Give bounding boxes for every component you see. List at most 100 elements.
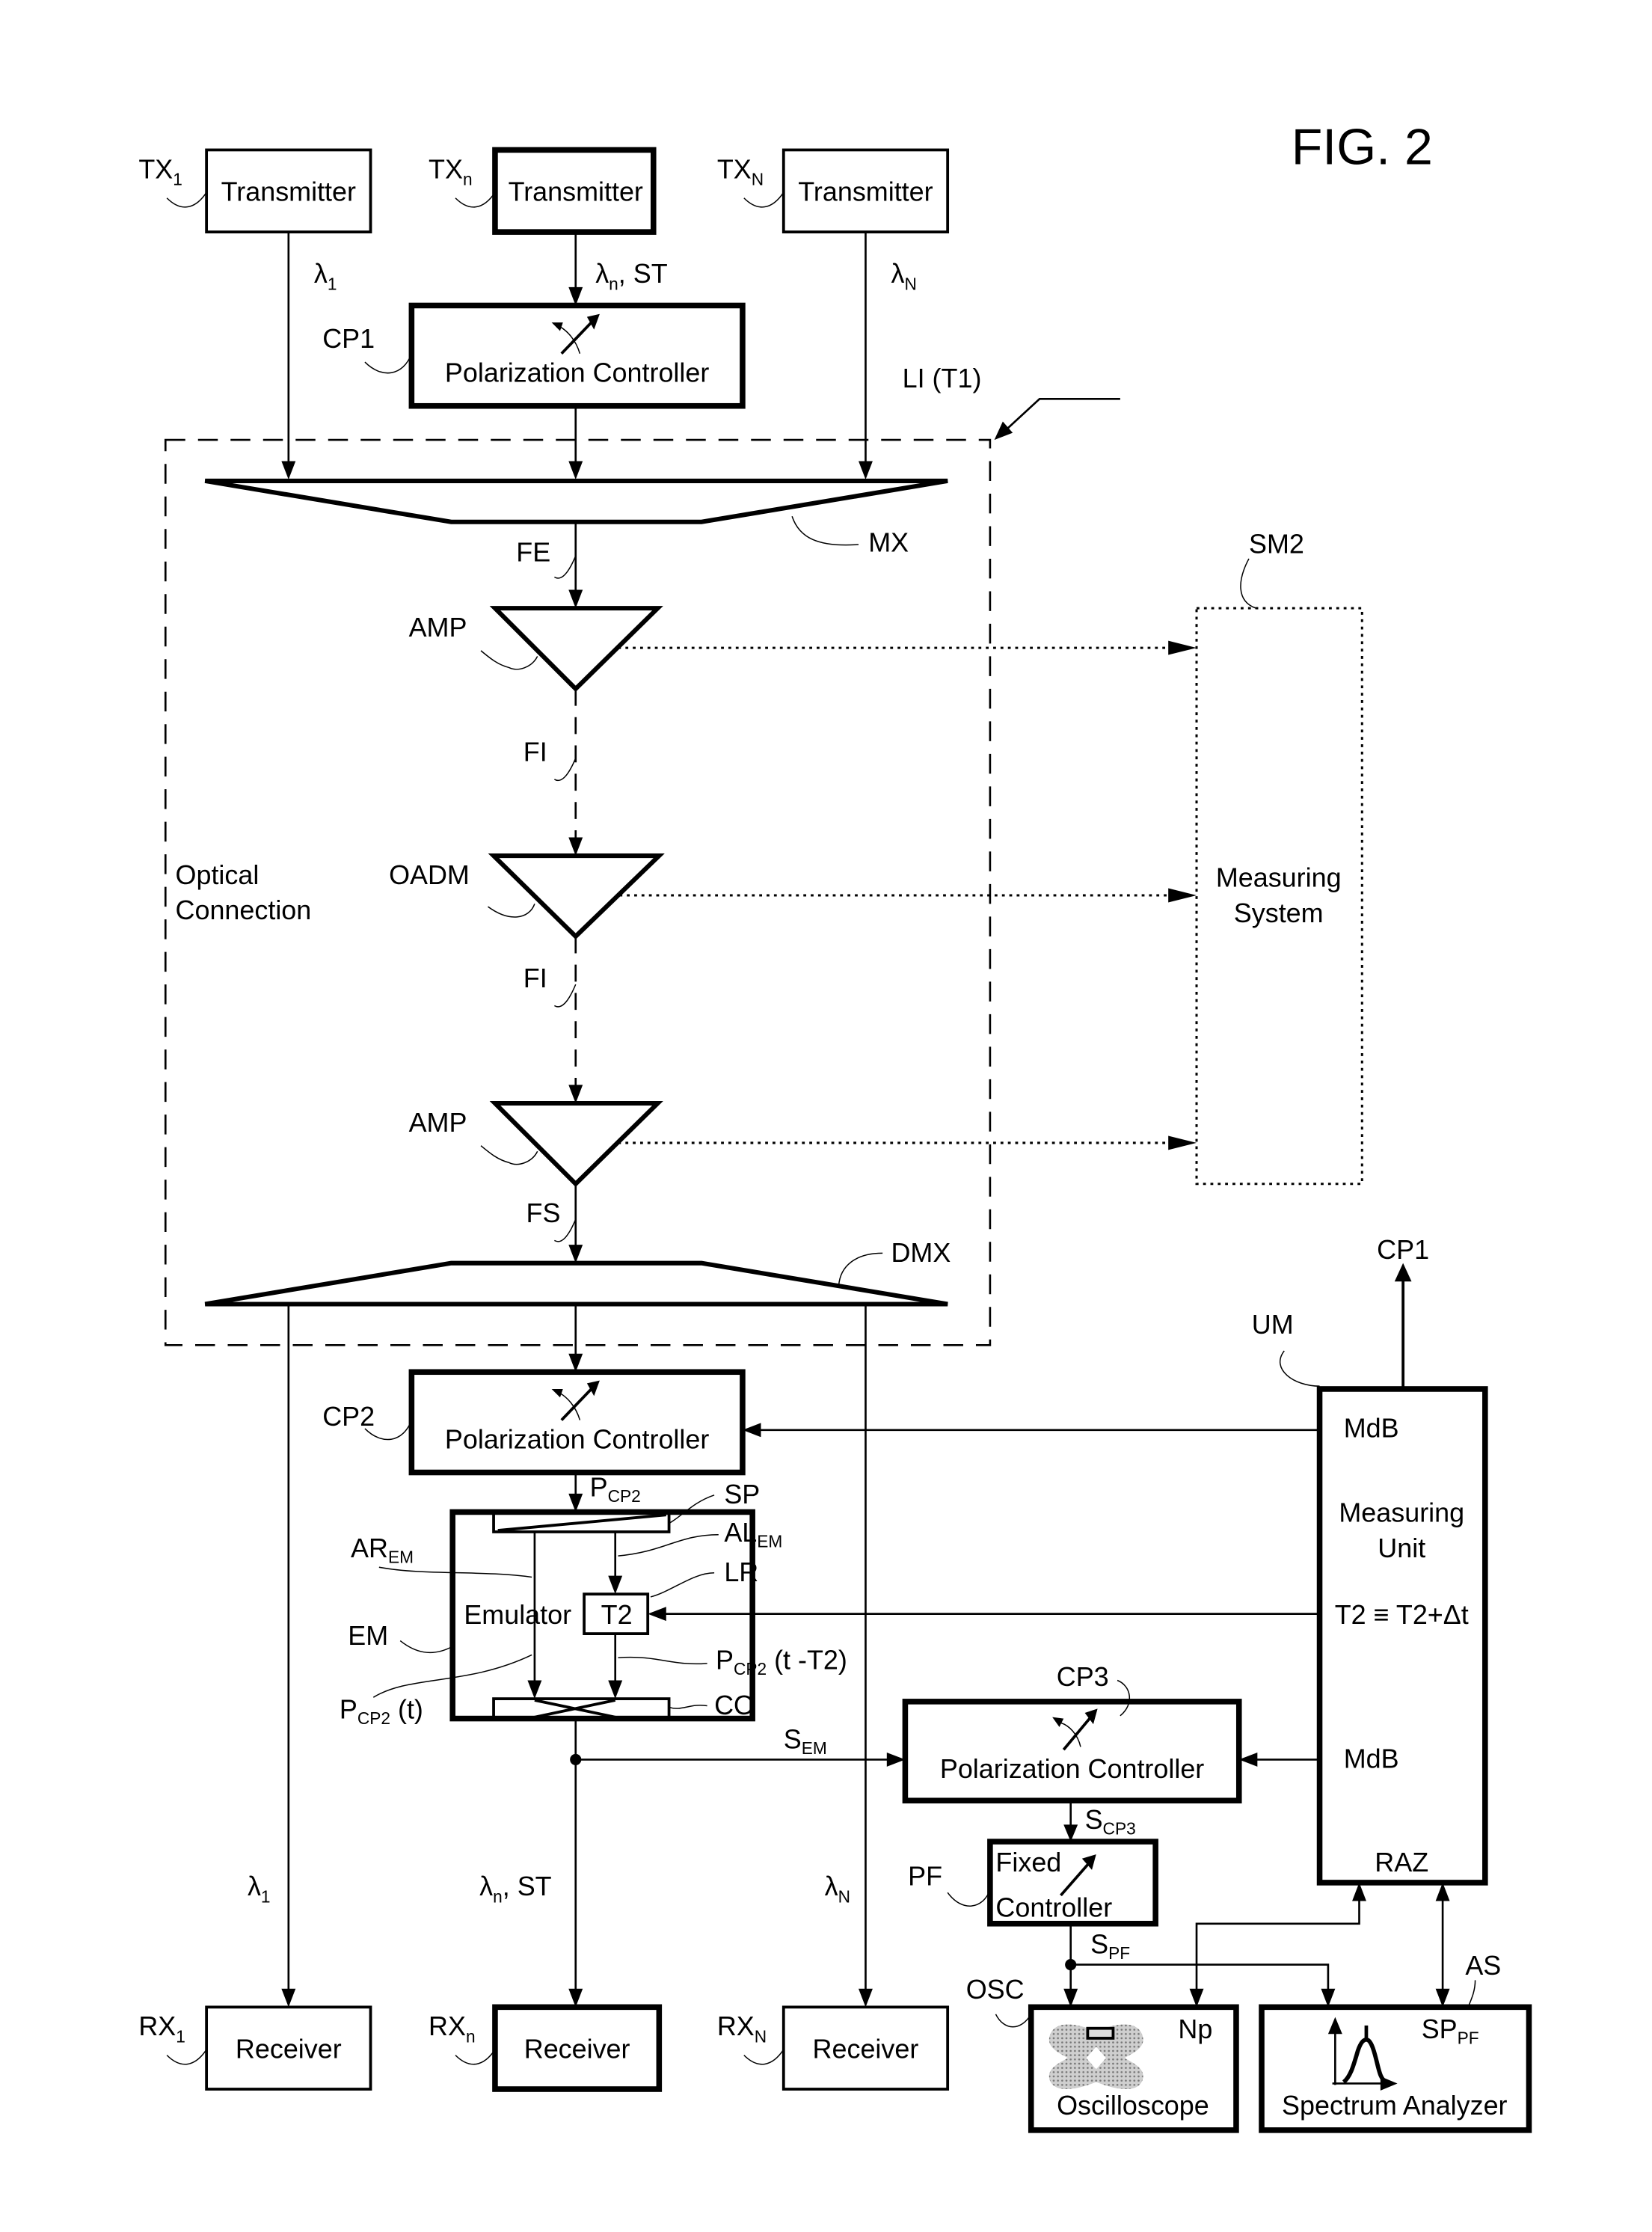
- leader-line: [488, 904, 535, 918]
- arrow-head: [1168, 640, 1197, 655]
- signal-scp3-label: SCP3: [1085, 1804, 1136, 1839]
- wavelength-label-1: λ1: [314, 258, 337, 293]
- wavelength-label-N: λN: [891, 258, 916, 293]
- spectrum-analyzer-as: SPPF Spectrum Analyzer: [1259, 2004, 1532, 2133]
- arrow-head: [568, 1085, 583, 1103]
- controller-box: [902, 1699, 1242, 1804]
- emulator-label: Emulator: [464, 1599, 571, 1630]
- splitter-ref: SP: [724, 1479, 760, 1509]
- arrow-head: [568, 461, 583, 480]
- arrow-head: [858, 1988, 873, 2008]
- leader-line: [553, 758, 577, 782]
- multiplexer-ref: MX: [868, 527, 909, 557]
- multiplexer-mx: [204, 478, 948, 524]
- transmitter-ref: TX1: [138, 153, 182, 188]
- transmitter-label: Transmitter: [221, 177, 356, 207]
- signal-sem-label: SEM: [784, 1723, 827, 1758]
- arrow-head: [858, 461, 873, 480]
- link-ref-pointer: [1002, 397, 1120, 434]
- transmitter-n: Transmitter TXn: [429, 147, 657, 235]
- signal-pcp2-label: PCP2: [590, 1472, 641, 1506]
- direct-signal-label: PCP2 (t): [340, 1694, 423, 1729]
- oscilloscope-ref: OSC: [966, 1974, 1025, 2005]
- leader-line: [455, 191, 496, 208]
- link-region-label-line2: Connection: [176, 895, 312, 925]
- leader-line: [553, 984, 577, 1008]
- delay-label: T2: [601, 1599, 633, 1630]
- leader-line: [455, 2049, 496, 2065]
- coupler-ref: CO: [714, 1690, 755, 1720]
- fiber-fs-label: FS: [526, 1198, 561, 1228]
- fixed-controller-label-line2: Controller: [995, 1892, 1112, 1922]
- port-raz: RAZ: [1375, 1847, 1428, 1877]
- receiver-1: Receiver RX1: [138, 2005, 372, 2091]
- leader-line: [743, 2049, 784, 2065]
- measuring-system-box: [1195, 607, 1363, 1186]
- measuring-system-label-line1: Measuring: [1216, 862, 1342, 893]
- figure-title: FIG. 2: [1292, 118, 1433, 175]
- fiber-fi-2-label: FI: [523, 963, 547, 993]
- arrow-head: [1394, 1263, 1412, 1282]
- rx-wavelength-label-n: λn, ST: [479, 1871, 552, 1906]
- controller-box: [408, 1369, 746, 1476]
- oscilloscope-value-label: Np: [1178, 2014, 1212, 2044]
- transmitter-label: Transmitter: [509, 177, 643, 207]
- receiver-ref: RXn: [429, 2011, 476, 2046]
- measuring-unit-label-line1: Measuring: [1339, 1497, 1464, 1528]
- patent-figure-diagram: FIG. 2 Transmitter TX1 Transmitter TXn T…: [138, 118, 1532, 2133]
- controller-ref: CP1: [322, 323, 375, 354]
- transmitter-N: Transmitter TXN: [717, 148, 950, 234]
- controller-ref-cp3: CP3: [1057, 1661, 1109, 1692]
- leader-line: [947, 1889, 991, 1907]
- receiver-n: Receiver RXn: [429, 2004, 663, 2092]
- transmitter-ref: TXN: [717, 153, 764, 188]
- polarization-controller-cp1: Polarization Controller CP1: [322, 302, 746, 409]
- receiver-ref: RX1: [138, 2011, 185, 2046]
- demultiplexer-ref: DMX: [891, 1237, 951, 1268]
- arrow-head: [568, 589, 583, 609]
- arrow-head: [281, 1988, 296, 2008]
- rx-wavelength-label-1: λ1: [248, 1871, 271, 1906]
- leader-line: [1467, 1980, 1476, 2008]
- fiber-fi-1-label: FI: [523, 736, 547, 767]
- receiver-ref: RXN: [717, 2011, 767, 2046]
- leader-line: [399, 1640, 453, 1654]
- amplifier-1-ref: AMP: [409, 612, 467, 643]
- polarization-controller-cp3: Polarization Controller: [902, 1699, 1242, 1804]
- fixed-controller-pf: Fixed Controller: [987, 1839, 1158, 1927]
- measuring-system-ref: SM2: [1249, 528, 1304, 559]
- leader-line: [995, 2014, 1032, 2028]
- leader-line: [480, 650, 538, 670]
- leader-line: [743, 191, 784, 208]
- spectrum-analyzer-label: Spectrum Analyzer: [1282, 2090, 1508, 2121]
- oadm-ref: OADM: [389, 859, 470, 890]
- arrow-head: [994, 421, 1013, 441]
- controller-ref: CP2: [322, 1401, 375, 1432]
- leader-line: [166, 191, 207, 208]
- spectrum-analyzer-ref: AS: [1465, 1950, 1501, 1981]
- polarization-controller-cp2: Polarization Controller CP2: [322, 1369, 746, 1476]
- arrow-head: [568, 1245, 583, 1263]
- link-osc-to-um: [1195, 1892, 1360, 1998]
- oscilloscope-label: Oscilloscope: [1057, 2090, 1209, 2121]
- rx-wavelength-label-N: λN: [825, 1871, 850, 1906]
- receiver-label: Receiver: [813, 2033, 919, 2064]
- fixed-controller-ref: PF: [908, 1861, 942, 1892]
- fiber-fe-label: FE: [516, 537, 550, 568]
- amplifier-2-ref: AMP: [409, 1107, 467, 1138]
- measuring-unit-label-line2: Unit: [1378, 1533, 1425, 1563]
- port-mdb-top: MdB: [1344, 1412, 1399, 1443]
- oscilloscope-osc: Np Oscilloscope: [1028, 2004, 1239, 2133]
- leader-line: [480, 1145, 538, 1165]
- link-region-label-line1: Optical: [176, 859, 260, 890]
- arrow-head: [568, 837, 583, 856]
- signal-spf-label: SPF: [1090, 1928, 1130, 1963]
- transmitter-1: Transmitter TX1: [138, 148, 372, 234]
- delay-line-ref-text: LR: [724, 1557, 758, 1587]
- leader-line: [1279, 1350, 1320, 1387]
- controller-label: Polarization Controller: [940, 1753, 1204, 1784]
- measuring-unit-um: MdB Measuring Unit T2 ≡ T2+Δt MdB RAZ: [1316, 1386, 1488, 1886]
- arrow-head: [1168, 1135, 1197, 1150]
- transmitter-ref: TXn: [429, 153, 473, 188]
- long-arm-ref: AREM: [351, 1533, 414, 1567]
